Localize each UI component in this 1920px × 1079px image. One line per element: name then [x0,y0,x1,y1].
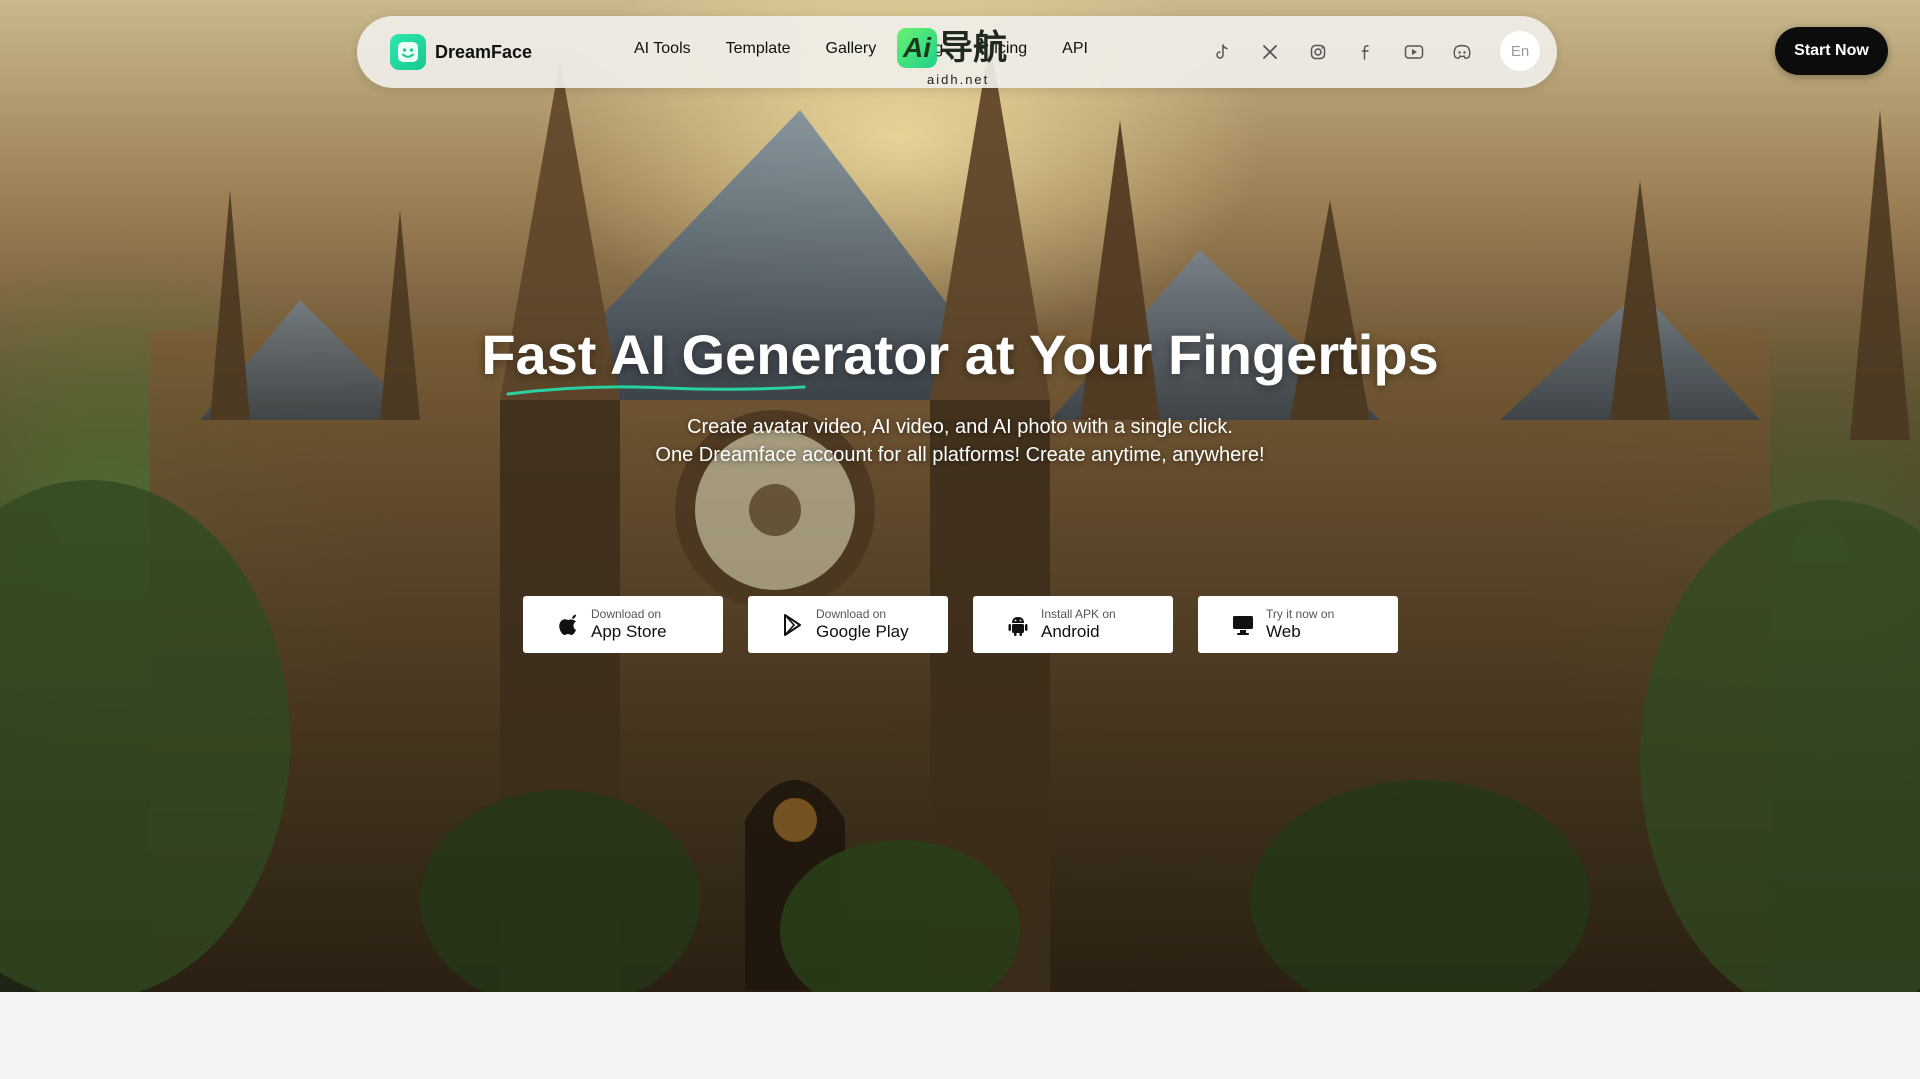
hero-subtitle-line-1: Create avatar video, AI video, and AI ph… [687,416,1233,438]
nav-links: AI Tools Template Gallery Blog Pricing A… [634,40,1123,58]
app-store-label: App Store [591,621,667,641]
android-icon [1006,613,1030,637]
android-caption: Install APK on [1041,606,1116,621]
watermark-text: 导航 [939,29,1007,67]
web-caption: Try it now on [1266,606,1335,621]
language-selector-button[interactable]: En [1500,31,1540,71]
download-buttons: Download on App Store Download on Google… [523,596,1423,653]
google-play-label: Google Play [816,621,909,641]
android-apk-download-button[interactable]: Install APK on Android [973,596,1173,653]
hero-title: Fast AI Generator at Your Fingertips [481,323,1439,386]
web-app-button[interactable]: Try it now on Web [1198,596,1398,653]
android-label: Android [1041,621,1100,641]
nav-link-api[interactable]: API [1062,40,1088,58]
watermark-overlay: Ai 导航 aidh.net [897,28,1027,90]
instagram-icon[interactable] [1303,37,1333,67]
nav-link-template[interactable]: Template [726,40,791,58]
title-underline-decoration [506,385,806,396]
web-label: Web [1266,621,1301,641]
start-now-button[interactable]: Start Now [1775,27,1888,75]
nav-link-gallery[interactable]: Gallery [826,40,877,58]
social-links [1207,37,1495,67]
tiktok-icon[interactable] [1207,37,1237,67]
x-icon[interactable] [1255,37,1285,67]
desktop-icon [1231,613,1255,637]
dreamface-logo-icon [390,34,426,70]
hero-section [0,0,1920,992]
google-play-download-button[interactable]: Download on Google Play [748,596,948,653]
brand-name: DreamFace [435,41,533,62]
discord-icon[interactable] [1447,37,1477,67]
google-play-caption: Download on [816,606,887,621]
apple-icon [556,613,580,637]
youtube-icon[interactable] [1399,37,1429,67]
brand-logo-link[interactable]: DreamFace [390,34,532,70]
app-store-caption: Download on [591,606,662,621]
facebook-icon[interactable] [1351,37,1381,67]
watermark-subtext: aidh.net [927,72,990,87]
app-store-download-button[interactable]: Download on App Store [523,596,723,653]
hero-subtitle-line-2: One Dreamface account for all platforms!… [655,444,1265,466]
hero-shade-overlay [0,0,1920,992]
watermark-badge: Ai [897,28,937,68]
nav-link-ai-tools[interactable]: AI Tools [634,40,691,58]
google-play-icon [781,613,805,637]
